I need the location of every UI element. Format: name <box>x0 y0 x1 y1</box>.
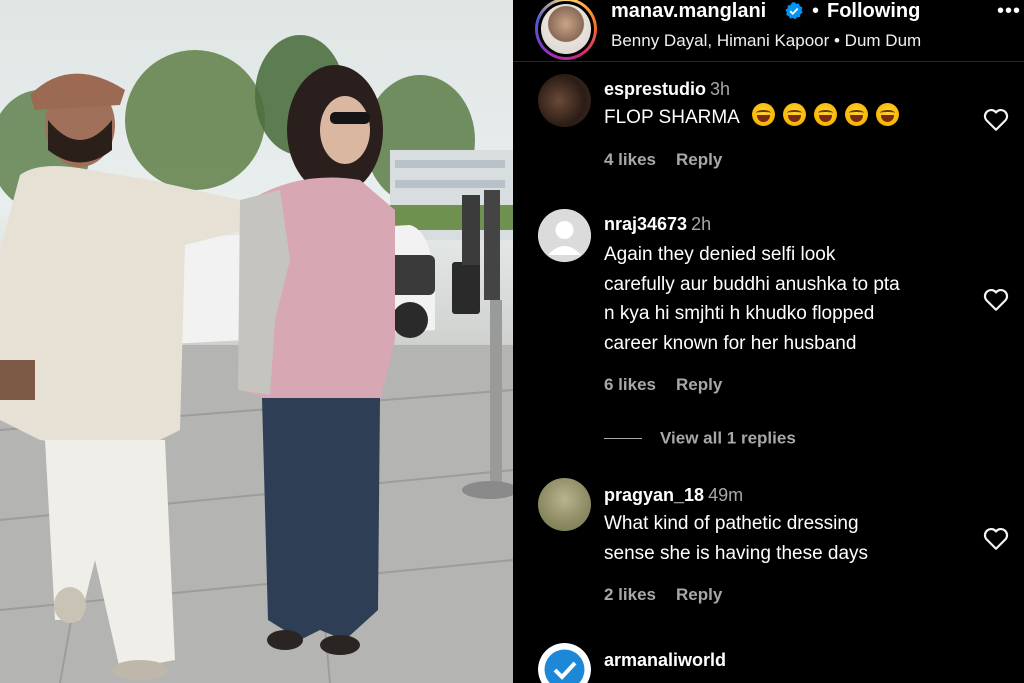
likes-count[interactable]: 6 likes <box>604 375 656 394</box>
laughing-tears-emoji <box>845 103 869 126</box>
separator-dot: • <box>812 0 820 22</box>
comment-text: Again they denied selfi look carefully a… <box>604 244 900 354</box>
laughing-tears-emoji <box>814 103 838 126</box>
heart-icon[interactable] <box>983 108 1009 132</box>
replies-divider <box>604 438 642 440</box>
likes-count[interactable]: 4 likes <box>604 150 656 169</box>
check-badge-icon <box>538 643 591 683</box>
verified-badge-icon <box>785 2 803 20</box>
comment-meta: 4 likes Reply <box>604 150 722 170</box>
reply-button[interactable]: Reply <box>676 585 722 604</box>
comment-text: FLOP SHARMA <box>604 103 974 133</box>
post-photo <box>0 0 513 683</box>
commenter-avatar[interactable] <box>538 209 591 262</box>
comment-meta: 6 likes Reply <box>604 375 722 395</box>
likes-count[interactable]: 2 likes <box>604 585 656 604</box>
laughing-tears-emoji <box>783 103 807 126</box>
comment-meta: 2 likes Reply <box>604 585 722 605</box>
following-button[interactable]: Following <box>827 0 920 23</box>
heart-icon[interactable] <box>983 527 1009 551</box>
reply-button[interactable]: Reply <box>676 375 722 394</box>
laughing-tears-emoji <box>876 103 900 126</box>
laughing-tears-emoji <box>752 103 776 126</box>
commenter-username[interactable]: pragyan_18 49m <box>604 485 743 506</box>
commenter-avatar[interactable] <box>538 478 591 531</box>
post-header: manav.manglani • Following Benny Dayal, … <box>513 0 1024 62</box>
heart-icon[interactable] <box>983 288 1009 312</box>
comment-timestamp: 3h <box>710 79 731 99</box>
comment-text: What kind of pathetic dressing sense she… <box>604 513 869 564</box>
comment-timestamp: 49m <box>708 485 744 505</box>
comment-timestamp: 2h <box>691 214 712 234</box>
commenter-avatar[interactable] <box>538 74 591 127</box>
default-avatar-icon <box>538 209 591 262</box>
post-photo-illustration <box>0 35 513 683</box>
commenter-username[interactable]: armanaliworld <box>604 650 726 671</box>
audio-location-label[interactable]: Benny Dayal, Himani Kapoor • Dum Dum <box>611 31 921 51</box>
author-username[interactable]: manav.manglani <box>611 0 766 23</box>
more-options-icon[interactable]: ••• <box>997 0 1021 23</box>
commenter-username[interactable]: esprestudio 3h <box>604 79 730 100</box>
view-replies-button[interactable]: View all 1 replies <box>604 428 796 449</box>
commenter-username[interactable]: nraj34673 2h <box>604 214 711 235</box>
commenter-avatar[interactable] <box>538 643 591 683</box>
author-avatar[interactable] <box>535 0 597 60</box>
comments-pane: manav.manglani • Following Benny Dayal, … <box>513 0 1024 683</box>
reply-button[interactable]: Reply <box>676 150 722 169</box>
